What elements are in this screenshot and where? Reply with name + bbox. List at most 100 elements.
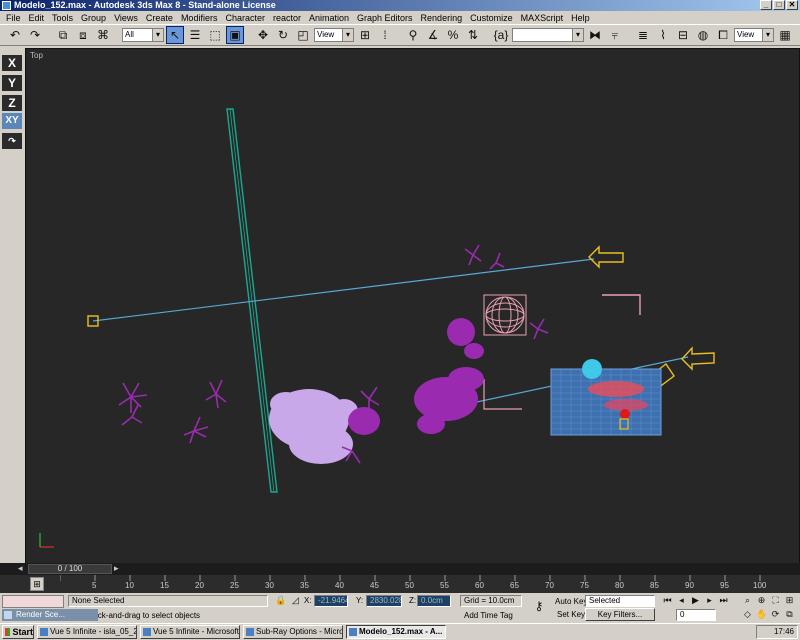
- menu-file[interactable]: File: [2, 13, 25, 23]
- maxscript-listener-box[interactable]: [2, 595, 64, 608]
- track-bar[interactable]: ⊞ 5 10 15 20 25 30 35 40 45 50 55 60 65 …: [0, 575, 800, 593]
- window-crossing-icon[interactable]: ▣: [226, 26, 244, 44]
- add-time-tag[interactable]: Add Time Tag: [464, 611, 513, 620]
- zoom-icon[interactable]: ⌕: [742, 595, 753, 606]
- menu-group[interactable]: Group: [77, 13, 110, 23]
- window-title: Modelo_152.max - Autodesk 3ds Max 8 - St…: [14, 0, 276, 10]
- layer-manager-icon[interactable]: ≣: [634, 26, 652, 44]
- maximize-viewport-icon[interactable]: ⧉: [784, 609, 795, 620]
- set-key-icon[interactable]: ⚷: [530, 600, 548, 612]
- open-mini-curve-editor-icon[interactable]: ⊞: [30, 577, 44, 591]
- select-by-name-icon[interactable]: ☰: [186, 26, 204, 44]
- key-mode-dropdown[interactable]: Selected: [585, 595, 655, 607]
- axis-x-button[interactable]: X: [2, 55, 22, 71]
- menu-graph-editors[interactable]: Graph Editors: [353, 13, 417, 23]
- task-vue-isla[interactable]: Vue 5 Infinite - isla_05_28...: [37, 625, 137, 639]
- time-slider[interactable]: ◂ 0 / 100 ▸: [0, 563, 800, 575]
- quick-render-icon[interactable]: ▦: [776, 26, 794, 44]
- align-icon[interactable]: ⫧: [606, 26, 624, 44]
- menu-animation[interactable]: Animation: [305, 13, 353, 23]
- arc-rotate-icon[interactable]: ⟳: [770, 609, 781, 620]
- time-slider-thumb[interactable]: 0 / 100: [28, 564, 112, 574]
- task-3dsmax[interactable]: Modelo_152.max - A...: [346, 625, 446, 639]
- render-scene-window[interactable]: Render Sce...: [2, 609, 98, 621]
- bind-space-warp-icon[interactable]: ⌘: [94, 26, 112, 44]
- angle-snap-icon[interactable]: ∡: [424, 26, 442, 44]
- close-button[interactable]: ✕: [786, 0, 798, 10]
- undo-icon[interactable]: ↶: [6, 26, 24, 44]
- camera-top-object: [588, 245, 624, 269]
- mirror-icon[interactable]: ⧓: [586, 26, 604, 44]
- x-coord-field[interactable]: -21.94649: [314, 595, 348, 607]
- current-frame-field[interactable]: 0: [676, 609, 716, 621]
- curve-editor-icon[interactable]: ⌇: [654, 26, 672, 44]
- y-coord-field[interactable]: 2830.0281: [366, 595, 402, 607]
- named-selection-dropdown[interactable]: [512, 28, 584, 42]
- menu-modifiers[interactable]: Modifiers: [177, 13, 222, 23]
- menu-help[interactable]: Help: [567, 13, 594, 23]
- menu-reactor[interactable]: reactor: [269, 13, 305, 23]
- menu-tools[interactable]: Tools: [48, 13, 77, 23]
- task-subray-options[interactable]: Sub-Ray Options - Micros...: [243, 625, 343, 639]
- field-of-view-icon[interactable]: ◇: [742, 609, 753, 620]
- minimize-button[interactable]: _: [760, 0, 772, 10]
- axis-xy-button[interactable]: XY: [2, 113, 22, 129]
- viewport-top[interactable]: Top: [25, 48, 800, 565]
- menu-edit[interactable]: Edit: [25, 13, 49, 23]
- material-editor-icon[interactable]: ◍: [694, 26, 712, 44]
- render-scene-label: Render Sce...: [16, 610, 65, 619]
- snaps-toggle-icon[interactable]: ⚲: [404, 26, 422, 44]
- select-and-link-icon[interactable]: ⧉: [54, 26, 72, 44]
- unlink-icon[interactable]: ⧈: [74, 26, 92, 44]
- move-icon[interactable]: ✥: [254, 26, 272, 44]
- reference-coordinate-dropdown[interactable]: View: [314, 28, 354, 42]
- tick-label: 95: [720, 581, 729, 590]
- lock-selection-icon[interactable]: 🔒: [275, 595, 286, 606]
- axis-plane-cycle-icon[interactable]: ↷: [2, 133, 22, 149]
- edit-named-selection-icon[interactable]: {a}: [492, 26, 510, 44]
- schematic-view-icon[interactable]: ⊟: [674, 26, 692, 44]
- zoom-extents-icon[interactable]: ⛶: [770, 595, 781, 606]
- menu-maxscript[interactable]: MAXScript: [517, 13, 568, 23]
- next-frame-icon[interactable]: ▸: [704, 595, 715, 606]
- zoom-all-icon[interactable]: ⊕: [756, 595, 767, 606]
- start-button[interactable]: Start: [2, 625, 34, 639]
- axis-z-button[interactable]: Z: [2, 95, 22, 111]
- render-type-dropdown[interactable]: View: [734, 28, 774, 42]
- prev-frame-arrow[interactable]: ◂: [18, 563, 23, 574]
- maximize-button[interactable]: □: [773, 0, 785, 10]
- key-filters-button[interactable]: Key Filters...: [585, 608, 655, 621]
- axis-y-button[interactable]: Y: [2, 75, 22, 91]
- goto-end-icon[interactable]: ⏭: [718, 595, 729, 606]
- scale-icon[interactable]: ◰: [294, 26, 312, 44]
- select-object-icon[interactable]: ↖: [166, 26, 184, 44]
- goto-start-icon[interactable]: ⏮: [662, 595, 673, 606]
- menu-views[interactable]: Views: [110, 13, 142, 23]
- percent-snap-icon[interactable]: %: [444, 26, 462, 44]
- pan-icon[interactable]: ✋: [756, 609, 767, 620]
- pink-bracket-top: [602, 294, 641, 315]
- windows-taskbar: Start Vue 5 Infinite - isla_05_28... Vue…: [0, 623, 800, 640]
- render-scene-icon[interactable]: ⧠: [714, 26, 732, 44]
- auto-key-button[interactable]: Auto Key: [555, 597, 587, 606]
- prev-frame-icon[interactable]: ◂: [676, 595, 687, 606]
- zoom-extents-all-icon[interactable]: ⊞: [784, 595, 795, 606]
- selection-filter-dropdown[interactable]: All: [122, 28, 164, 42]
- menu-character[interactable]: Character: [221, 13, 269, 23]
- manipulate-icon[interactable]: ⁞: [376, 26, 394, 44]
- rotate-icon[interactable]: ↻: [274, 26, 292, 44]
- spinner-snap-icon[interactable]: ⇅: [464, 26, 482, 44]
- z-coord-field[interactable]: 0.0cm: [417, 595, 451, 607]
- pivot-center-icon[interactable]: ⊞: [356, 26, 374, 44]
- next-frame-arrow[interactable]: ▸: [114, 563, 119, 574]
- tick-label: 55: [440, 581, 449, 590]
- absolute-mode-icon[interactable]: ◿: [290, 595, 301, 606]
- redo-icon[interactable]: ↷: [26, 26, 44, 44]
- play-icon[interactable]: ▶: [690, 595, 701, 606]
- set-key-button[interactable]: Set Key: [557, 610, 585, 619]
- menu-create[interactable]: Create: [142, 13, 177, 23]
- rectangular-selection-icon[interactable]: ⬚: [206, 26, 224, 44]
- menu-rendering[interactable]: Rendering: [417, 13, 467, 23]
- menu-customize[interactable]: Customize: [466, 13, 517, 23]
- task-vue-ie[interactable]: Vue 5 Infinite - Microsoft I...: [140, 625, 240, 639]
